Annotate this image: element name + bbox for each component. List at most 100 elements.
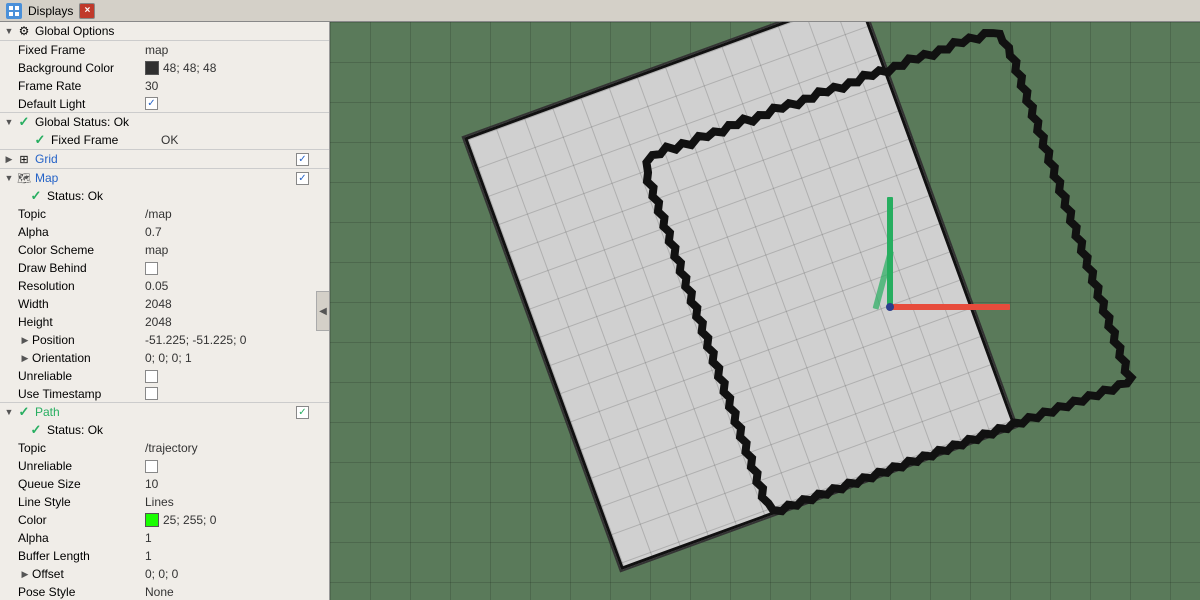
main-area: ▼ ⚙ Global Options Fixed Frame map Backg… xyxy=(0,22,1200,600)
path-checkbox[interactable] xyxy=(296,406,309,419)
global-status-expander[interactable]: ▼ xyxy=(2,115,16,129)
path-pose-style-label: Pose Style xyxy=(18,585,145,599)
default-light-row[interactable]: Default Light xyxy=(0,95,329,113)
map-unreliable-row[interactable]: Unreliable xyxy=(0,367,329,385)
fixed-frame-value[interactable]: map xyxy=(145,43,245,57)
path-unreliable-label: Unreliable xyxy=(18,459,145,473)
path-unreliable-checkbox[interactable] xyxy=(145,460,158,473)
grid-expander[interactable]: ▶ xyxy=(2,152,16,166)
panel-collapse-handle[interactable]: ◀ xyxy=(316,291,330,331)
map-position-label: Position xyxy=(32,333,145,347)
map-topic-value[interactable]: /map xyxy=(145,207,245,221)
grid-row[interactable]: ▶ ⊞ Grid xyxy=(0,150,329,169)
grid-checkbox[interactable] xyxy=(296,153,309,166)
path-expander[interactable]: ▼ xyxy=(2,405,16,419)
path-offset-expander[interactable]: ▶ xyxy=(18,567,32,581)
path-offset-label: Offset xyxy=(32,567,145,581)
path-buffer-length-label: Buffer Length xyxy=(18,549,145,563)
map-orientation-value[interactable]: 0; 0; 0; 1 xyxy=(145,351,245,365)
frame-rate-value[interactable]: 30 xyxy=(145,79,245,93)
path-status-label: Status: Ok xyxy=(47,423,327,437)
background-color-value[interactable]: 48; 48; 48 xyxy=(145,61,245,75)
global-status-row[interactable]: ▼ ✓ Global Status: Ok xyxy=(0,113,329,131)
path-icon: ✓ xyxy=(16,404,32,420)
global-options-expander[interactable]: ▼ xyxy=(2,24,16,38)
background-color-row[interactable]: Background Color 48; 48; 48 xyxy=(0,59,329,77)
map-icon: 🗺 xyxy=(16,170,32,186)
path-queue-size-label: Queue Size xyxy=(18,477,145,491)
path-color-value[interactable]: 25; 255; 0 xyxy=(145,513,245,527)
map-height-label: Height xyxy=(18,315,145,329)
map-position-value[interactable]: -51.225; -51.225; 0 xyxy=(145,333,266,347)
titlebar-title: Displays xyxy=(28,4,73,18)
map-alpha-value[interactable]: 0.7 xyxy=(145,225,245,239)
path-topic-row[interactable]: Topic /trajectory xyxy=(0,439,329,457)
3d-viewport[interactable] xyxy=(330,22,1200,600)
default-light-label: Default Light xyxy=(18,97,145,111)
map-expander[interactable]: ▼ xyxy=(2,171,16,185)
path-line-style-row[interactable]: Line Style Lines xyxy=(0,493,329,511)
path-buffer-length-row[interactable]: Buffer Length 1 xyxy=(0,547,329,565)
map-height-row[interactable]: Height 2048 xyxy=(0,313,329,331)
map-resolution-row[interactable]: Resolution 0.05 xyxy=(0,277,329,295)
path-label: Path xyxy=(35,405,296,419)
global-status-fixed-frame-row[interactable]: ✓ Fixed Frame OK xyxy=(0,131,329,150)
map-topic-label: Topic xyxy=(18,207,145,221)
path-alpha-value[interactable]: 1 xyxy=(145,531,245,545)
map-status-row[interactable]: ✓ Status: Ok xyxy=(0,187,329,205)
map-alpha-row[interactable]: Alpha 0.7 xyxy=(0,223,329,241)
path-line-style-value[interactable]: Lines xyxy=(145,495,245,509)
path-pose-style-value[interactable]: None xyxy=(145,585,245,599)
map-row[interactable]: ▼ 🗺 Map xyxy=(0,169,329,187)
fixed-frame-label: Fixed Frame xyxy=(18,43,145,57)
map-orientation-expander[interactable]: ▶ xyxy=(18,351,32,365)
map-unreliable-checkbox[interactable] xyxy=(145,370,158,383)
path-color-swatch[interactable] xyxy=(145,513,159,527)
displays-panel: ▼ ⚙ Global Options Fixed Frame map Backg… xyxy=(0,22,330,600)
map-color-scheme-value[interactable]: map xyxy=(145,243,245,257)
path-buffer-length-value[interactable]: 1 xyxy=(145,549,245,563)
map-position-row[interactable]: ▶ Position -51.225; -51.225; 0 xyxy=(0,331,329,349)
map-draw-behind-checkbox[interactable] xyxy=(145,262,158,275)
global-options-row[interactable]: ▼ ⚙ Global Options xyxy=(0,22,329,41)
path-row[interactable]: ▼ ✓ Path xyxy=(0,403,329,421)
titlebar-icon xyxy=(6,3,22,19)
frame-rate-row[interactable]: Frame Rate 30 xyxy=(0,77,329,95)
path-unreliable-row[interactable]: Unreliable xyxy=(0,457,329,475)
titlebar: Displays × xyxy=(0,0,1200,22)
map-resolution-label: Resolution xyxy=(18,279,145,293)
map-draw-behind-row[interactable]: Draw Behind xyxy=(0,259,329,277)
map-height-value[interactable]: 2048 xyxy=(145,315,245,329)
map-use-timestamp-row[interactable]: Use Timestamp xyxy=(0,385,329,403)
map-status-label: Status: Ok xyxy=(47,189,327,203)
grid-icon: ⊞ xyxy=(16,151,32,167)
map-checkbox[interactable] xyxy=(296,172,309,185)
path-pose-style-row[interactable]: Pose Style None xyxy=(0,583,329,600)
fixed-frame-row[interactable]: Fixed Frame map xyxy=(0,41,329,59)
path-offset-row[interactable]: ▶ Offset 0; 0; 0 xyxy=(0,565,329,583)
map-position-expander[interactable]: ▶ xyxy=(18,333,32,347)
map-draw-behind-label: Draw Behind xyxy=(18,261,145,275)
default-light-checkbox[interactable] xyxy=(145,97,158,110)
map-resolution-value[interactable]: 0.05 xyxy=(145,279,245,293)
path-alpha-row[interactable]: Alpha 1 xyxy=(0,529,329,547)
path-topic-value[interactable]: /trajectory xyxy=(145,441,245,455)
path-status-row[interactable]: ✓ Status: Ok xyxy=(0,421,329,439)
map-color-scheme-row[interactable]: Color Scheme map xyxy=(0,241,329,259)
map-use-timestamp-checkbox[interactable] xyxy=(145,387,158,400)
map-width-row[interactable]: Width 2048 xyxy=(0,295,329,313)
path-alpha-label: Alpha xyxy=(18,531,145,545)
gear-icon: ⚙ xyxy=(16,23,32,39)
map-use-timestamp-label: Use Timestamp xyxy=(18,387,145,401)
global-options-label: Global Options xyxy=(35,24,327,38)
path-queue-size-value[interactable]: 10 xyxy=(145,477,245,491)
titlebar-close-button[interactable]: × xyxy=(79,3,95,19)
path-color-row[interactable]: Color 25; 255; 0 xyxy=(0,511,329,529)
path-offset-value[interactable]: 0; 0; 0 xyxy=(145,567,245,581)
map-orientation-row[interactable]: ▶ Orientation 0; 0; 0; 1 xyxy=(0,349,329,367)
background-color-swatch[interactable] xyxy=(145,61,159,75)
map-topic-row[interactable]: Topic /map xyxy=(0,205,329,223)
map-width-value[interactable]: 2048 xyxy=(145,297,245,311)
path-queue-size-row[interactable]: Queue Size 10 xyxy=(0,475,329,493)
map-label: Map xyxy=(35,171,296,185)
